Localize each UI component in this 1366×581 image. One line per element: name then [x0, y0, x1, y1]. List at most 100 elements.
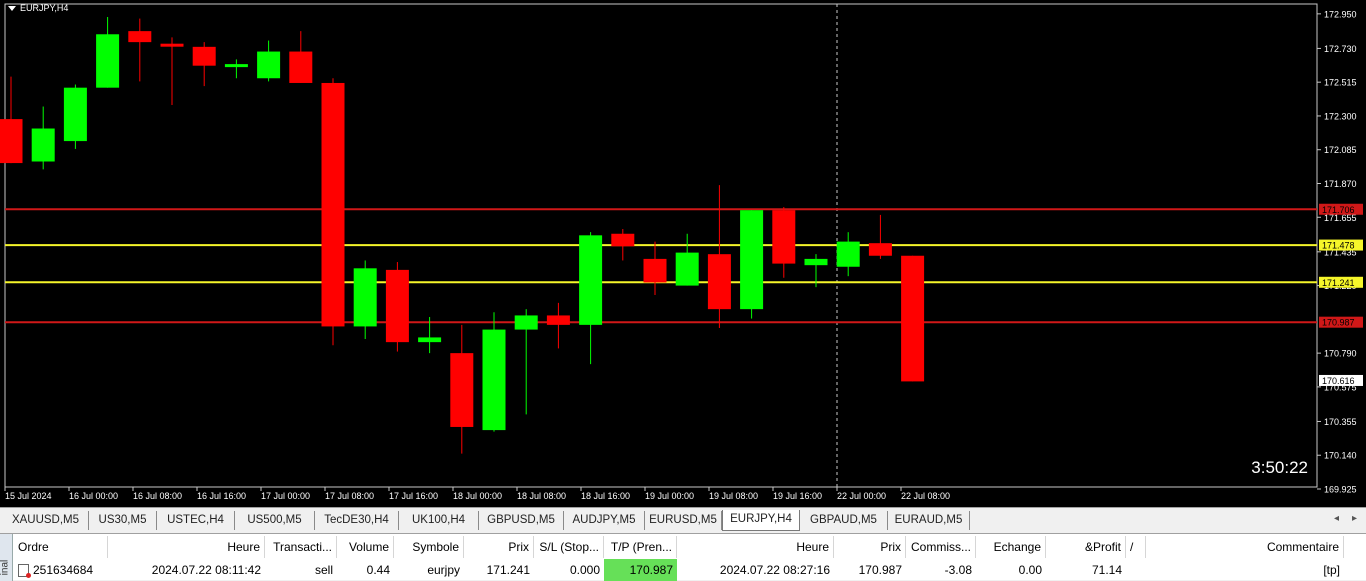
- bear-candle[interactable]: [192, 46, 216, 66]
- current-price-label: 170.616: [1322, 376, 1355, 386]
- chart-tab[interactable]: AUDJPY,M5: [564, 511, 645, 530]
- bear-candle[interactable]: [321, 82, 345, 327]
- price-level-label: 171.706: [1322, 205, 1355, 215]
- chart-tab[interactable]: EURJPY,H4: [722, 510, 800, 531]
- bull-candle[interactable]: [257, 51, 281, 79]
- time-tick-label: 16 Jul 08:00: [133, 491, 182, 501]
- column-header[interactable]: Volume: [337, 536, 394, 558]
- table-cell: 0.000: [569, 563, 600, 577]
- time-tick-label: 17 Jul 08:00: [325, 491, 374, 501]
- bull-candle[interactable]: [31, 128, 55, 162]
- bull-candle[interactable]: [224, 64, 248, 68]
- bear-candle[interactable]: [772, 210, 796, 264]
- bull-candle[interactable]: [740, 210, 764, 310]
- chart-tab[interactable]: EURUSD,M5: [645, 511, 722, 530]
- table-cell: 251634684: [14, 559, 108, 581]
- bull-candle[interactable]: [804, 258, 828, 266]
- price-tick-label: 171.870: [1324, 179, 1357, 189]
- scroll-right-icon[interactable]: ▸: [1352, 513, 1357, 524]
- column-header[interactable]: Commiss...: [906, 536, 976, 558]
- chart-tab[interactable]: US500,M5: [235, 511, 315, 530]
- time-tick-label: 17 Jul 00:00: [261, 491, 310, 501]
- bear-candle[interactable]: [289, 51, 313, 83]
- symbol-timeframe-text: EURJPY,H4: [20, 3, 69, 13]
- price-level-label: 171.478: [1322, 241, 1355, 251]
- bear-candle[interactable]: [0, 119, 23, 164]
- bear-candle[interactable]: [707, 254, 731, 310]
- bull-candle[interactable]: [514, 315, 538, 330]
- column-header[interactable]: Transacti...: [265, 536, 337, 558]
- bull-candle[interactable]: [482, 329, 506, 431]
- terminal-side-label[interactable]: inal: [0, 534, 13, 581]
- table-cell: 0.00: [1018, 563, 1042, 577]
- price-level-label: 170.987: [1322, 318, 1355, 328]
- time-tick-label: 18 Jul 16:00: [581, 491, 630, 501]
- bear-candle[interactable]: [901, 255, 925, 382]
- chart-tab[interactable]: US30,M5: [89, 511, 157, 530]
- terminal-side-text: inal: [0, 559, 11, 576]
- table-cell: 170.987: [604, 559, 677, 581]
- time-tick-label: 22 Jul 00:00: [837, 491, 886, 501]
- bear-candle[interactable]: [160, 43, 184, 47]
- scroll-left-icon[interactable]: ◂: [1334, 513, 1339, 524]
- bull-candle[interactable]: [418, 337, 442, 343]
- chart-tab[interactable]: TecDE30,H4: [315, 511, 399, 530]
- column-header[interactable]: &Profit: [1046, 536, 1126, 558]
- time-tick-label: 18 Jul 00:00: [453, 491, 502, 501]
- price-tick-label: 172.515: [1324, 78, 1357, 88]
- column-header[interactable]: Heure: [677, 536, 834, 558]
- bull-candle[interactable]: [675, 252, 699, 286]
- column-header[interactable]: Commentaire: [1146, 536, 1344, 558]
- bull-candle[interactable]: [579, 235, 603, 325]
- chart-symbol-label[interactable]: EURJPY,H4: [8, 3, 68, 13]
- bear-candle[interactable]: [546, 315, 570, 325]
- order-id: 251634684: [33, 563, 94, 577]
- bear-candle[interactable]: [128, 31, 152, 43]
- chart-tab[interactable]: XAUUSD,M5: [3, 511, 89, 530]
- bull-candle[interactable]: [353, 268, 377, 327]
- chart-tab[interactable]: EURAUD,M5: [888, 511, 970, 530]
- chart-tab[interactable]: GBPAUD,M5: [800, 511, 888, 530]
- bull-candle[interactable]: [836, 241, 860, 267]
- price-tick-label: 172.950: [1324, 9, 1357, 19]
- chart-tab[interactable]: GBPUSD,M5: [479, 511, 564, 530]
- column-header[interactable]: T/P (Pren...: [604, 536, 677, 558]
- table-cell: 71.14: [1091, 563, 1122, 577]
- table-cell: 170.987: [858, 563, 902, 577]
- time-tick-label: 19 Jul 08:00: [709, 491, 758, 501]
- price-tick-label: 172.730: [1324, 44, 1357, 54]
- dropdown-triangle-icon[interactable]: [8, 5, 16, 11]
- column-header[interactable]: Prix: [834, 536, 906, 558]
- price-tick-label: 170.140: [1324, 451, 1357, 461]
- chart-tab[interactable]: USTEC,H4: [157, 511, 235, 530]
- price-chart[interactable]: 172.950 172.730 172.515 172.300 172.085 171.8…: [0, 0, 1366, 507]
- table-cell: sell: [314, 563, 333, 577]
- column-header[interactable]: Ordre: [14, 536, 108, 558]
- bear-candle[interactable]: [611, 233, 635, 247]
- bull-candle[interactable]: [96, 34, 120, 88]
- chart-tab[interactable]: UK100,H4: [399, 511, 479, 530]
- table-cell: [1126, 559, 1146, 581]
- bear-candle[interactable]: [450, 353, 474, 427]
- time-tick-label: 18 Jul 08:00: [517, 491, 566, 501]
- terminal-panel: inal Ordre Heure Transacti... Volume Symbole…: [0, 533, 1366, 581]
- time-tick-label: 19 Jul 00:00: [645, 491, 694, 501]
- table-cell: -3.08: [944, 563, 972, 577]
- time-tick-label: 19 Jul 16:00: [773, 491, 822, 501]
- bear-candle[interactable]: [385, 269, 409, 343]
- bear-candle[interactable]: [868, 243, 892, 256]
- table-cell: 0.44: [366, 563, 390, 577]
- price-tick-label: 170.355: [1324, 417, 1357, 427]
- column-header[interactable]: Heure: [108, 536, 265, 558]
- bear-candle[interactable]: [643, 258, 667, 283]
- bull-candle[interactable]: [63, 87, 87, 142]
- candlestick-chart[interactable]: 172.950 172.730 172.515 172.300 172.085 171.8…: [0, 0, 1366, 507]
- time-tick-label: 17 Jul 16:00: [389, 491, 438, 501]
- column-header[interactable]: Echange: [976, 536, 1046, 558]
- chart-tabs-bar: XAUUSD,M5 US30,M5 USTEC,H4 US500,M5 TecDE30,…: [0, 507, 1366, 533]
- column-header[interactable]: S/L (Stop...: [534, 536, 604, 558]
- column-header[interactable]: Prix: [464, 536, 534, 558]
- price-level-label: 171.241: [1322, 278, 1355, 288]
- column-header[interactable]: Symbole: [394, 536, 464, 558]
- column-header[interactable]: /: [1126, 536, 1146, 558]
